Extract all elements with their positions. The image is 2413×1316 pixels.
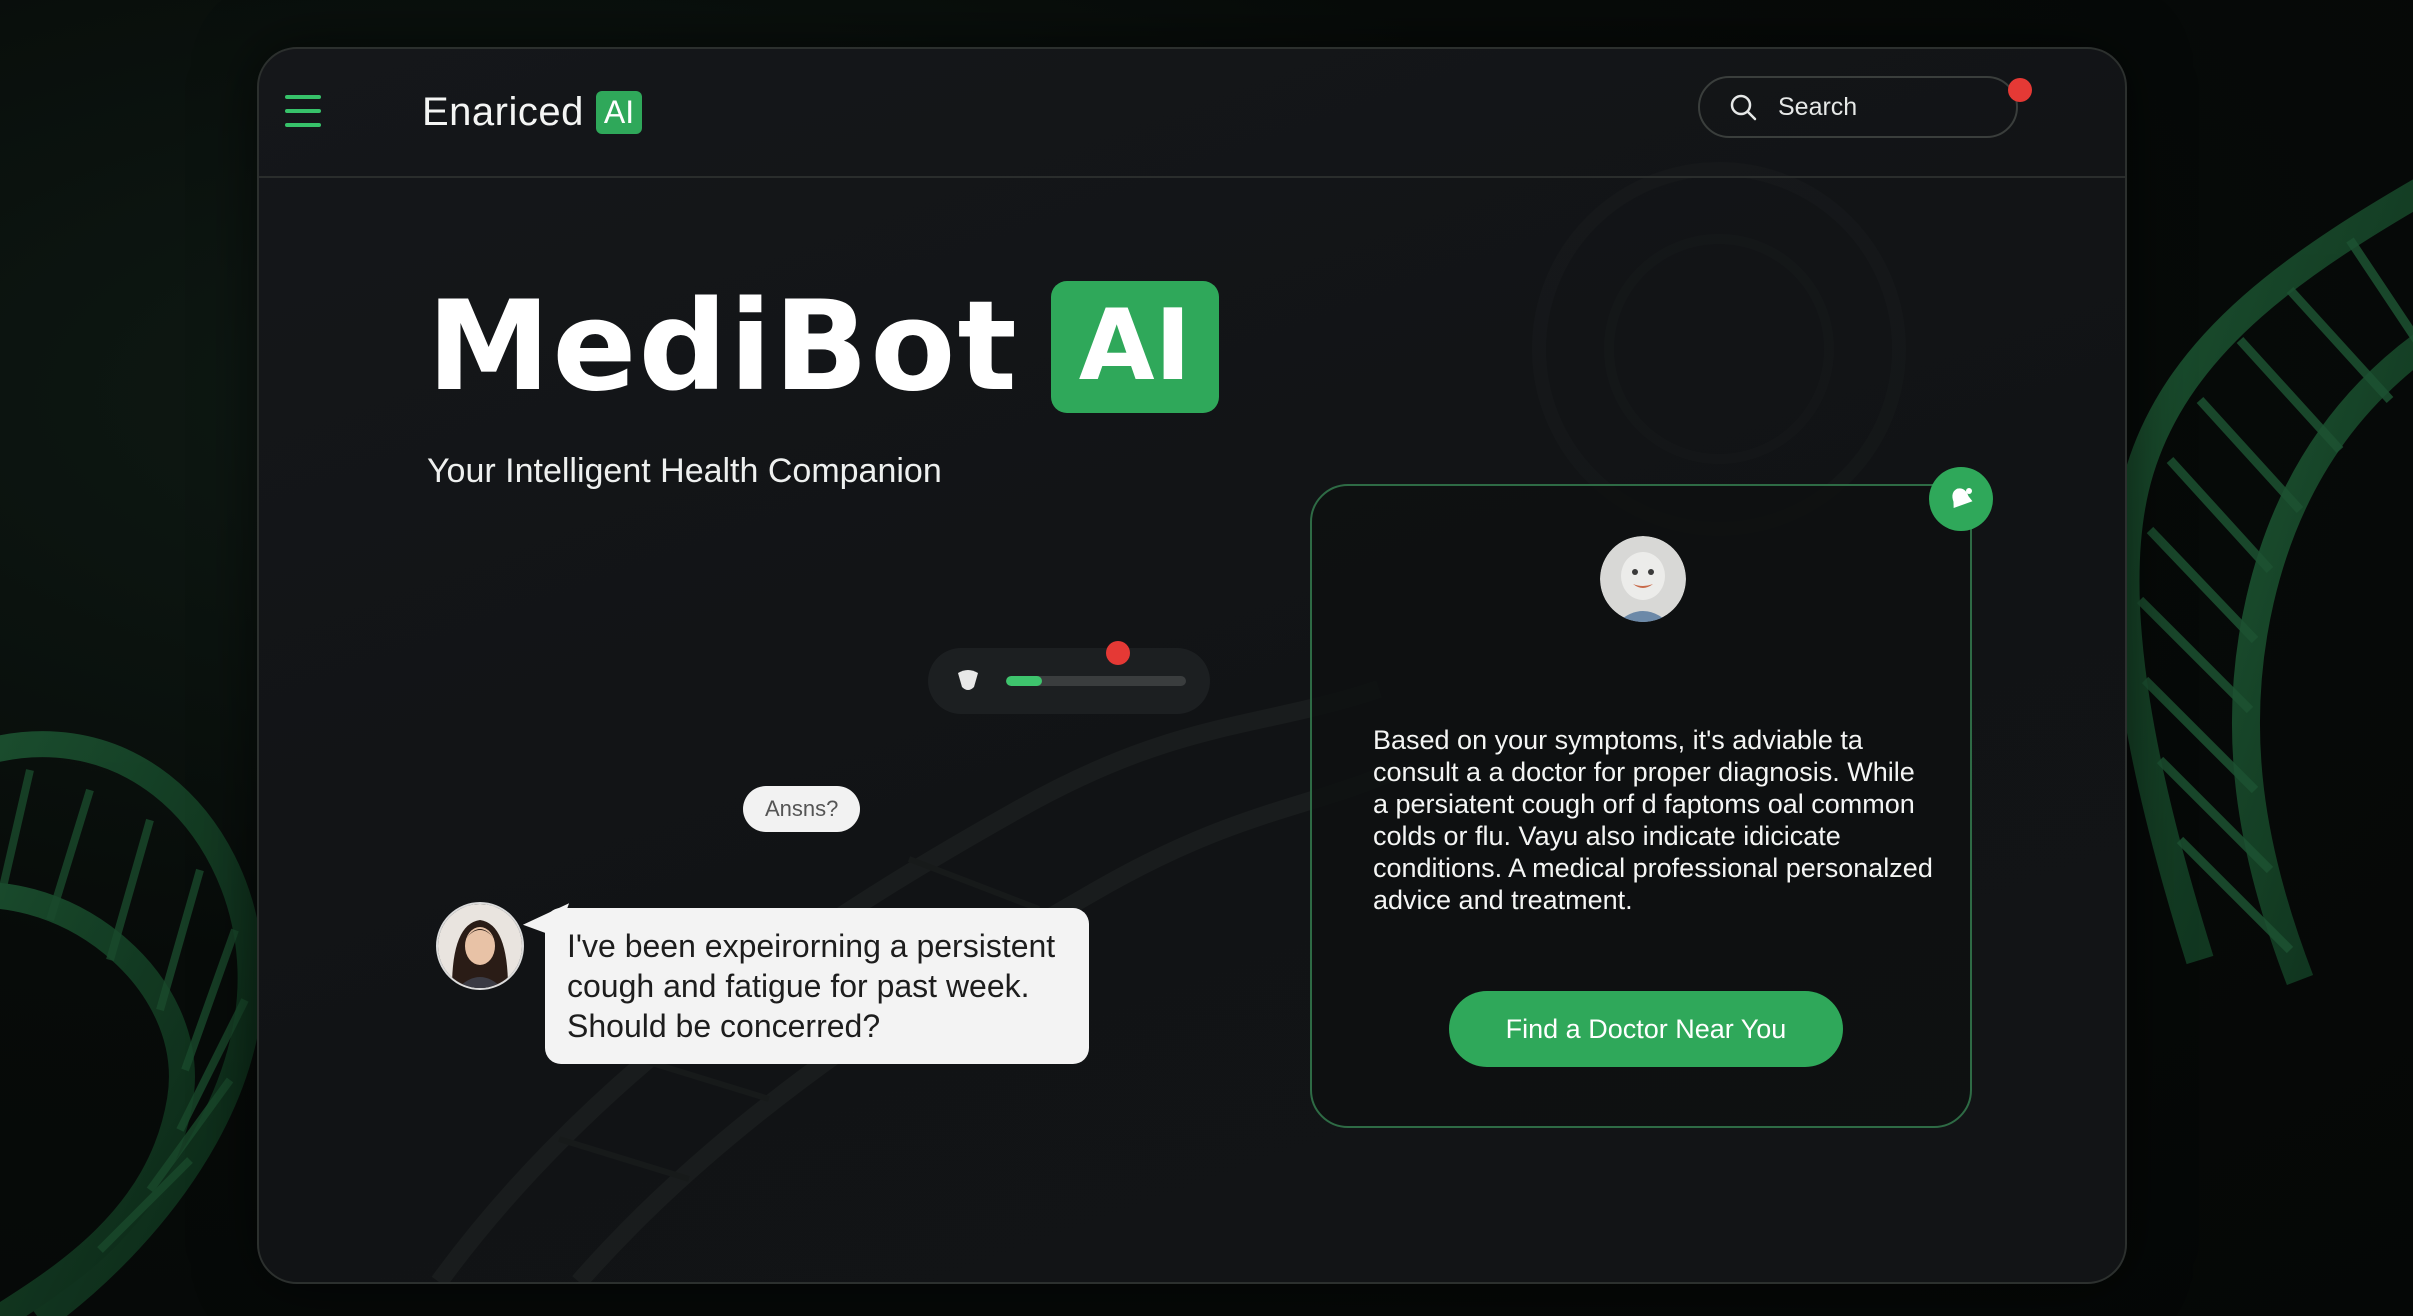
brand-logo[interactable]: Enаriced AI	[422, 90, 643, 135]
search-bar[interactable]	[1698, 76, 2018, 138]
suggestion-chip[interactable]: Ansns?	[743, 786, 861, 832]
notification-badge[interactable]	[2008, 78, 2032, 102]
user-message-bubble: I've been expeirorning a persistent coug…	[545, 908, 1089, 1064]
voice-input-indicator[interactable]	[928, 648, 1210, 714]
bot-avatar	[1600, 536, 1686, 622]
menu-button[interactable]	[283, 93, 323, 129]
hero-subtitle: Your Intelligent Health Companion	[427, 452, 942, 490]
search-input[interactable]	[1776, 91, 1980, 123]
find-doctor-button[interactable]: Find a Doctor Near You	[1449, 991, 1843, 1067]
voice-progress-fill	[1006, 676, 1042, 686]
alert-button[interactable]	[1929, 467, 1993, 531]
search-icon	[1730, 94, 1757, 121]
user-portrait-image	[438, 904, 522, 988]
mic-icon	[958, 670, 978, 690]
bot-avatar-image	[1600, 536, 1686, 622]
bell-icon	[1952, 488, 1973, 509]
brand-badge: AI	[595, 90, 643, 135]
hero-title-text: MediBot	[427, 275, 1019, 419]
voice-progress-track	[1006, 676, 1186, 686]
bot-response-text: Based on your symptoms, it's adviable ta…	[1373, 725, 1933, 915]
menu-icon	[285, 95, 321, 127]
hero-badge: AI	[1050, 281, 1220, 413]
recording-indicator-dot	[1106, 641, 1130, 665]
brand-name: Enаriced	[422, 90, 584, 134]
user-avatar	[436, 902, 524, 990]
hero-title: MediBot AI	[427, 275, 1220, 419]
